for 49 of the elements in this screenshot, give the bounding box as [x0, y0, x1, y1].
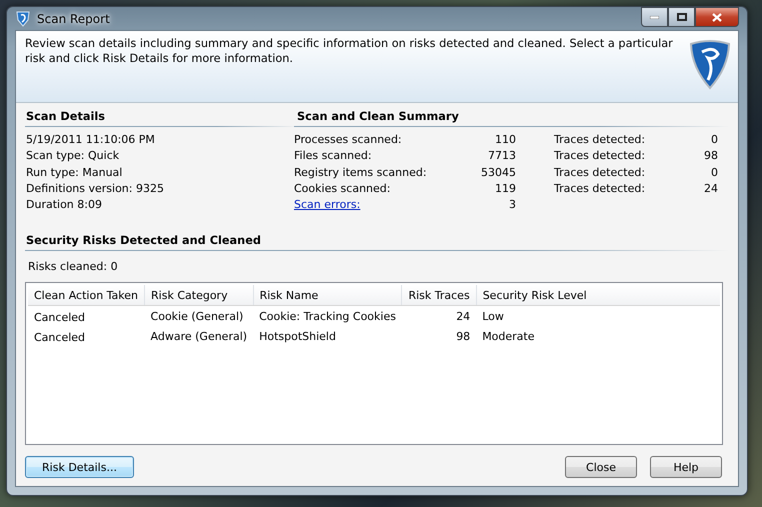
window-title: Scan Report: [37, 12, 111, 26]
table-cell-text: 98: [455, 328, 472, 344]
traces-label: Traces detected:: [553, 164, 646, 181]
table-cell: Canceled: [28, 306, 145, 326]
shield-icon: [15, 10, 31, 27]
maximize-icon: [676, 13, 686, 21]
column-header[interactable]: Risk Category: [144, 285, 254, 306]
column-header[interactable]: Clean Action Taken: [28, 285, 145, 306]
table-cell-text: Canceled: [33, 330, 86, 346]
scan-errors-link[interactable]: Scan errors:: [294, 197, 360, 214]
summary-value: 3: [508, 197, 516, 214]
minimize-icon: [650, 16, 659, 18]
table-cell: Cookie: Tracking Cookies: [253, 306, 402, 326]
column-header[interactable]: Risk Name: [253, 285, 402, 306]
close-icon: [712, 12, 722, 22]
column-header[interactable]: Risk Traces: [402, 285, 476, 306]
table-cell-text: Adware (General): [150, 328, 248, 344]
table-cell: Low: [476, 306, 720, 326]
summary-label: Processes scanned:: [294, 132, 403, 148]
summary-label: Files scanned:: [294, 148, 373, 164]
traces-value: 0: [710, 132, 718, 148]
minimize-button[interactable]: [641, 7, 668, 27]
section-heading: Scan Details: [25, 110, 298, 127]
dialog-button[interactable]: Risk Details...: [25, 456, 134, 478]
traces-label: Traces detected:: [553, 148, 646, 164]
summary-label: Cookies scanned:: [294, 180, 392, 197]
traces-value: 98: [704, 148, 718, 164]
summary-value: 110: [494, 132, 516, 148]
section-heading: Security Risks Detected and Cleaned: [25, 234, 729, 251]
traces-value: 24: [704, 180, 718, 197]
table-cell-text: HotspotShield: [258, 328, 337, 344]
table-cell: 24: [402, 306, 476, 326]
dialog-button[interactable]: Help: [650, 456, 722, 478]
table-cell-text: Moderate: [481, 328, 536, 344]
summary-value: 7713: [487, 148, 516, 164]
summary-value: 53045: [480, 164, 516, 181]
summary-value: 119: [494, 180, 516, 197]
dialog-button[interactable]: Close: [565, 456, 637, 478]
risks-cleaned-text: Risks cleaned: 0: [27, 259, 119, 275]
traces-label: Traces detected:: [553, 132, 646, 148]
traces-label: Traces detected:: [553, 180, 646, 197]
table-cell: Cookie (General): [144, 306, 254, 326]
close-window-button[interactable]: [695, 7, 739, 27]
maximize-button[interactable]: [668, 7, 695, 27]
section-heading: Scan and Clean Summary: [294, 110, 729, 127]
traces-value: 0: [710, 164, 718, 181]
description-text: Review scan details including summary and specific information on risks detected and cleaned. Select a particular risk and click Risk Details for more information.: [25, 36, 674, 67]
summary-label: Registry items scanned:: [294, 164, 428, 181]
column-header[interactable]: Security Risk Level: [476, 285, 720, 306]
